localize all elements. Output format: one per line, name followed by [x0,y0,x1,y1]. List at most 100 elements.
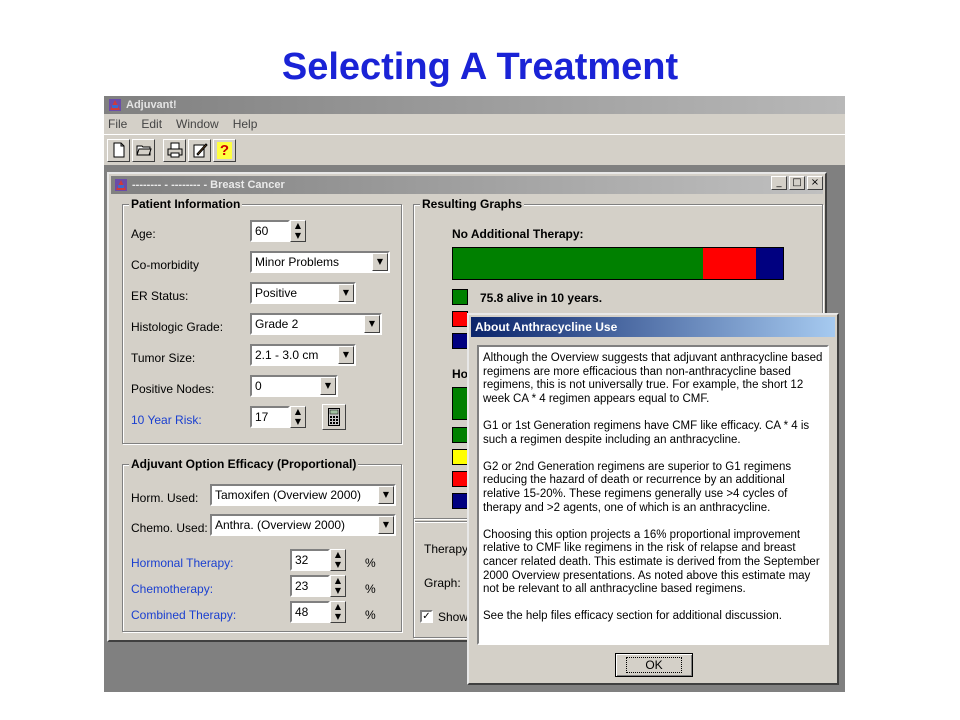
legend-alive-swatch [452,289,468,305]
hormonal-pct: % [365,556,376,570]
legend2-swatch-2 [452,449,468,465]
outcome-segment-2 [703,248,756,279]
er-status-label: ER Status: [131,289,189,303]
combined-therapy-label[interactable]: Combined Therapy: [131,608,236,622]
therapy-label: Therapy [424,542,469,556]
new-file-icon [113,142,124,158]
window-controls: _ □ × [771,176,823,190]
horm-used-label: Horm. Used: [131,491,199,505]
slide-title: Selecting A Treatment [281,46,679,88]
dialog-title: About Anthracycline Use [475,320,618,334]
toolbar: ? [104,134,845,166]
outcome-segment-1 [453,248,704,279]
legend-death-swatch [452,333,468,349]
hormonal-therapy-label[interactable]: Hormonal Therapy: [131,556,234,570]
dialog-paragraph: G1 or 1st Generation regimens have CMF l… [483,419,810,446]
legend2-swatch-3 [452,471,468,487]
chevron-down-icon[interactable]: ▼ [378,516,394,534]
edit-icon [193,143,208,158]
horm-used-value: Tamoxifen (Overview 2000) [215,488,362,502]
age-spinner[interactable]: ▲ ▼ [290,220,306,242]
help-icon: ? [216,141,233,159]
new-file-button[interactable] [107,138,130,162]
legend2-swatch-1 [452,427,468,443]
dialog-text: Although the Overview suggests that adju… [477,345,829,645]
open-file-button[interactable] [132,138,155,162]
positive-nodes-select[interactable]: 0 ▼ [250,375,338,397]
menu-help[interactable]: Help [233,117,258,131]
ten-year-risk-input[interactable]: 17 [250,406,290,428]
doc-title: -------- - -------- - Breast Cancer [132,179,285,191]
age-input[interactable]: 60 [250,220,290,242]
chemo-used-select[interactable]: Anthra. (Overview 2000) ▼ [210,514,396,536]
menu-bar: File Edit Window Help [104,114,845,134]
menu-file[interactable]: File [108,117,127,131]
chevron-down-icon[interactable]: ▼ [372,253,388,271]
patient-information-label: Patient Information [129,197,243,211]
show-checkbox[interactable]: ✓ [420,610,433,623]
close-button[interactable]: × [807,176,823,190]
chevron-down-icon[interactable]: ▼ [364,315,380,333]
chemotherapy-label[interactable]: Chemotherapy: [131,582,213,596]
chemo-used-value: Anthra. (Overview 2000) [215,518,346,532]
tumor-size-select[interactable]: 2.1 - 3.0 cm ▼ [250,344,356,366]
chevron-down-icon[interactable]: ▼ [338,346,354,364]
er-status-value: Positive [255,286,298,300]
combined-therapy-spinner[interactable]: ▲ ▼ [330,601,346,623]
minimize-button[interactable]: _ [771,176,787,190]
print-icon [167,142,182,158]
chemotherapy-input[interactable]: 23 [290,575,330,597]
tumor-size-label: Tumor Size: [131,351,196,365]
menu-window[interactable]: Window [176,117,219,131]
chevron-down-icon[interactable]: ▼ [338,284,354,302]
app-title: Adjuvant! [126,99,177,111]
age-label: Age: [131,227,156,241]
chemo-used-label: Chemo. Used: [131,521,208,535]
dialog-paragraph: Choosing this option projects a 16% prop… [483,528,820,596]
print-button[interactable] [163,138,186,162]
graph-label: Graph: [424,576,461,590]
histologic-grade-value: Grade 2 [255,317,299,331]
calculator-button[interactable] [322,404,346,430]
no-therapy-label: No Additional Therapy: [452,227,584,241]
adjuvant-logo-icon [115,179,127,191]
ten-year-risk-label[interactable]: 10 Year Risk: [131,413,202,427]
ok-button[interactable]: OK [615,653,693,677]
chemotherapy-spinner[interactable]: ▲ ▼ [330,575,346,597]
chemotherapy-pct: % [365,582,376,596]
adjuvant-logo-icon [109,99,121,111]
hormonal-therapy-input[interactable]: 32 [290,549,330,571]
dialog-paragraph: Although the Overview suggests that adju… [483,352,823,405]
histologic-grade-label: Histologic Grade: [131,320,224,334]
positive-nodes-label: Positive Nodes: [131,382,215,396]
maximize-button[interactable]: □ [789,176,805,190]
combined-therapy-input[interactable]: 48 [290,601,330,623]
calculator-icon [328,408,340,426]
alive-text: 75.8 alive in 10 years. [480,291,603,305]
dialog-paragraph: See the help files efficacy section for … [483,610,782,623]
about-anthracycline-dialog: About Anthracycline Use Although the Ove… [467,313,839,685]
legend2-swatch-4 [452,493,468,509]
chevron-down-icon[interactable]: ▼ [378,486,394,504]
legend-relapse-swatch [452,311,468,327]
histologic-grade-select[interactable]: Grade 2 ▼ [250,313,382,335]
help-button[interactable]: ? [213,138,236,162]
dialog-titlebar: About Anthracycline Use [471,317,835,337]
efficacy-group: Adjuvant Option Efficacy (Proportional) … [122,457,402,632]
er-status-select[interactable]: Positive ▼ [250,282,356,304]
doc-titlebar: -------- - -------- - Breast Cancer [111,176,823,194]
hormonal-therapy-spinner[interactable]: ▲ ▼ [330,549,346,571]
chevron-down-icon[interactable]: ▼ [320,377,336,395]
ten-year-risk-spinner[interactable]: ▲ ▼ [290,406,306,428]
patient-information-group: Patient Information Age: 60 ▲ ▼ Co-morbid… [122,197,402,444]
menu-edit[interactable]: Edit [141,117,162,131]
outcome-segment-3 [755,248,783,279]
with-therapy-label: Ho [452,367,468,381]
efficacy-label: Adjuvant Option Efficacy (Proportional) [129,457,359,471]
app-titlebar: Adjuvant! [104,96,845,114]
ok-label: OK [626,657,682,673]
horm-used-select[interactable]: Tamoxifen (Overview 2000) ▼ [210,484,396,506]
edit-button[interactable] [188,138,211,162]
no-therapy-outcome-bar [452,247,784,280]
comorbidity-select[interactable]: Minor Problems ▼ [250,251,390,273]
